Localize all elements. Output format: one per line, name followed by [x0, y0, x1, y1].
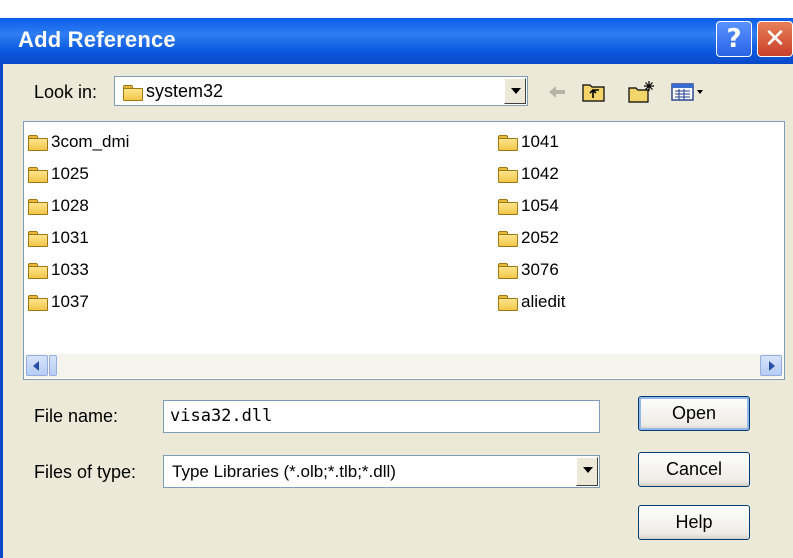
list-item-label: 1041 [521, 132, 559, 151]
add-reference-dialog: Add Reference ? ✕ Look in: system32 3com… [0, 0, 793, 558]
scroll-left-icon[interactable] [26, 355, 48, 376]
list-item[interactable]: 1042 [498, 164, 559, 184]
files-of-type-combo[interactable]: Type Libraries (*.olb;*.tlb;*.dll) [163, 455, 600, 488]
files-of-type-value: Type Libraries (*.olb;*.tlb;*.dll) [172, 462, 396, 481]
close-button[interactable]: ✕ [757, 21, 793, 57]
list-item[interactable]: 1033 [28, 260, 89, 280]
look-in-value: system32 [146, 81, 224, 101]
horizontal-scrollbar[interactable] [25, 354, 783, 378]
file-list[interactable]: 3com_dmi 1025 1028 1031 1033 1037 1041 1042 105… [23, 121, 785, 380]
look-in-combo[interactable]: system32 [114, 76, 528, 106]
folder-icon [28, 135, 48, 152]
list-item[interactable]: 1028 [28, 196, 89, 216]
scroll-thumb[interactable] [49, 355, 57, 376]
files-of-type-label: Files of type: [34, 462, 137, 482]
folder-icon [498, 231, 518, 248]
list-item-label: 1054 [521, 196, 559, 215]
file-name-input[interactable]: visa32.dll [163, 400, 600, 433]
folder-icon [498, 199, 518, 216]
list-item-label: 1025 [51, 164, 89, 183]
list-item[interactable]: 1037 [28, 292, 89, 312]
list-item-label: 1042 [521, 164, 559, 183]
folder-icon [28, 263, 48, 280]
list-item[interactable]: 3com_dmi [28, 132, 129, 152]
list-item[interactable]: 1031 [28, 228, 89, 248]
folder-icon [498, 135, 518, 152]
view-menu-icon[interactable] [670, 79, 706, 105]
list-item-label: 1033 [51, 260, 89, 279]
scroll-right-icon[interactable] [760, 355, 782, 376]
open-button[interactable]: Open [638, 396, 750, 431]
dialog-title: Add Reference [18, 27, 176, 52]
folder-icon [123, 84, 143, 101]
help-button[interactable]: Help [638, 505, 750, 540]
list-item[interactable]: aliedit [498, 292, 565, 312]
list-item[interactable]: 1054 [498, 196, 559, 216]
look-in-dropdown-button[interactable] [504, 78, 526, 104]
list-item-label: 3com_dmi [51, 132, 130, 151]
folder-icon [498, 167, 518, 184]
list-item-label: 1028 [51, 196, 89, 215]
folder-icon [28, 199, 48, 216]
list-item[interactable]: 2052 [498, 228, 559, 248]
list-item-label: 2052 [521, 228, 559, 247]
up-folder-icon[interactable] [581, 79, 607, 105]
file-name-label: File name: [34, 406, 119, 426]
list-item[interactable]: 1025 [28, 164, 89, 184]
close-icon: ✕ [764, 24, 786, 54]
list-item-label: 1031 [51, 228, 89, 247]
top-strip [0, 0, 793, 18]
back-arrow-icon[interactable] [545, 79, 569, 105]
cancel-button[interactable]: Cancel [638, 452, 750, 487]
help-title-button[interactable]: ? [716, 21, 752, 57]
list-item[interactable]: 3076 [498, 260, 559, 280]
folder-icon [28, 167, 48, 184]
look-in-label: Look in: [34, 82, 98, 102]
folder-icon [28, 295, 48, 312]
folder-icon [498, 295, 518, 312]
question-icon: ? [726, 24, 742, 54]
new-folder-icon[interactable] [627, 79, 657, 105]
list-item-label: 1037 [51, 292, 89, 311]
file-name-value: visa32.dll [170, 406, 273, 426]
folder-icon [498, 263, 518, 280]
files-of-type-dropdown-button[interactable] [576, 457, 598, 486]
list-item-label: aliedit [521, 292, 566, 311]
folder-icon [28, 231, 48, 248]
list-item[interactable]: 1041 [498, 132, 559, 152]
list-item-label: 3076 [521, 260, 559, 279]
